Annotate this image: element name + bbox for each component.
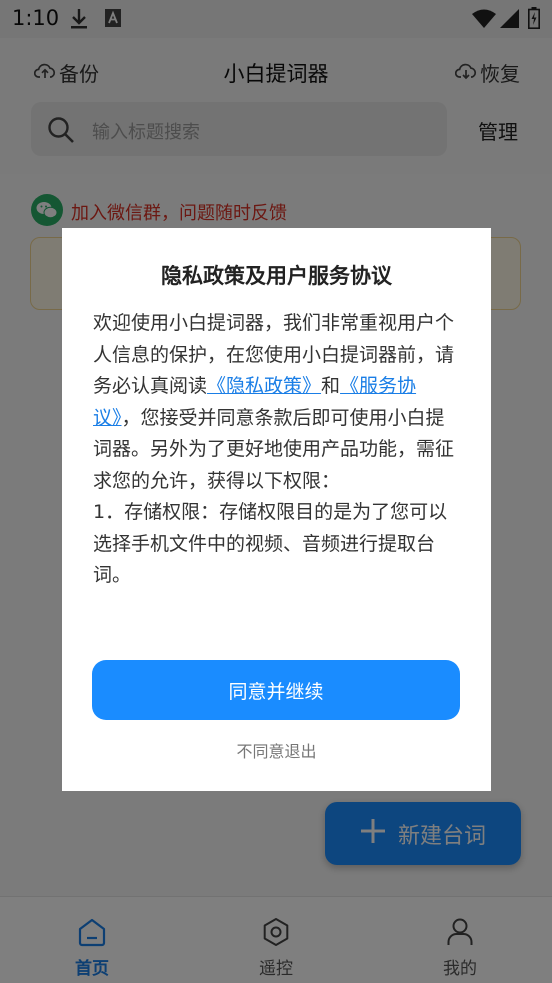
disagree-exit-button[interactable]: 不同意退出 [62, 738, 491, 762]
agree-continue-button[interactable]: 同意并继续 [92, 660, 460, 720]
dialog-rest-text: ，您接受并同意条款后即可使用小白提词器。另外为了更好地使用产品功能，需征求您的允… [93, 406, 455, 492]
dialog-intro-paragraph: 欢迎使用小白提词器，我们非常重视用户个人信息的保护，在您使用小白提词器前，请务必… [93, 308, 463, 497]
privacy-dialog: 隐私政策及用户服务协议 欢迎使用小白提词器，我们非常重视用户个人信息的保护，在您… [62, 228, 491, 791]
permission-storage: 1．存储权限：存储权限目的是为了您可以选择手机文件中的视频、音频进行提取台词。 [93, 501, 448, 586]
privacy-policy-link[interactable]: 《隐私政策》 [207, 375, 321, 397]
dialog-body[interactable]: 欢迎使用小白提词器，我们非常重视用户个人信息的保护，在您使用小白提词器前，请务必… [93, 308, 463, 638]
scroll-fade [93, 598, 463, 638]
dialog-and-text: 和 [321, 375, 341, 397]
dialog-title: 隐私政策及用户服务协议 [161, 264, 392, 288]
